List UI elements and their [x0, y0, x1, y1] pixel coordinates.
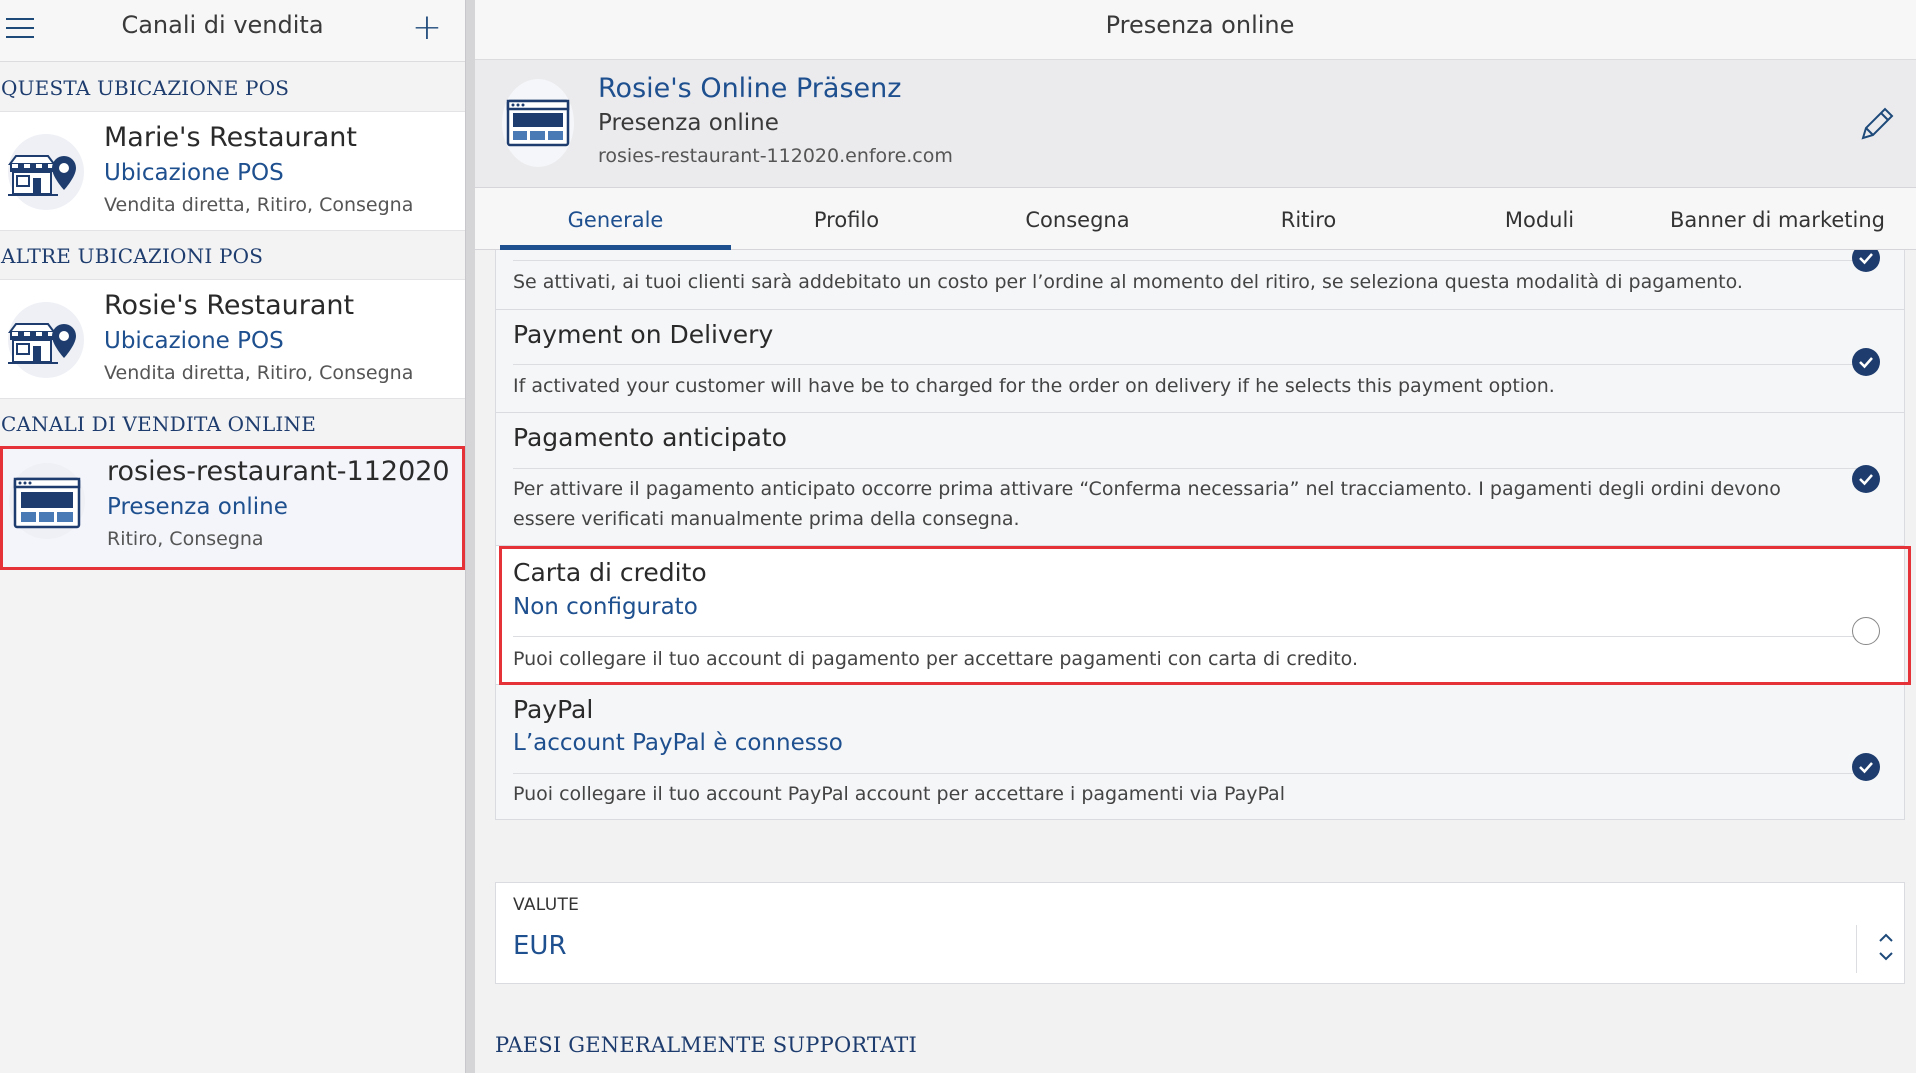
- currency-label: VALUTE: [513, 895, 580, 915]
- checkmark-circle-icon[interactable]: [1852, 250, 1880, 272]
- right-header: Presenza online: [475, 0, 1916, 60]
- presence-summary-card: Rosie's Online Präsenz Presenza online r…: [475, 60, 1916, 188]
- checkmark-circle-icon[interactable]: [1852, 465, 1880, 493]
- tab-moduli[interactable]: Moduli: [1424, 188, 1655, 250]
- store-location-icon: [8, 134, 84, 210]
- tab-consegna[interactable]: Consegna: [962, 188, 1193, 250]
- channel-type: Ubicazione POS: [104, 160, 284, 186]
- checkmark-circle-icon[interactable]: [1852, 348, 1880, 376]
- channel-name: rosies-restaurant-112020: [107, 456, 450, 487]
- payment-title: PayPal: [513, 695, 594, 724]
- tab-profilo[interactable]: Profilo: [731, 188, 962, 250]
- presence-url: rosies-restaurant-112020.enfore.com: [598, 145, 953, 167]
- tab-generale[interactable]: Generale: [500, 188, 731, 250]
- store-location-icon: [8, 302, 84, 378]
- payment-options-list: Se attivati, ai tuoi clienti sarà addebi…: [495, 250, 1905, 820]
- channel-options: Ritiro, Consegna: [107, 528, 264, 550]
- panel-divider[interactable]: [465, 0, 475, 1073]
- payment-option-prepayment: Pagamento anticipato Per attivare il pag…: [496, 413, 1904, 546]
- section-title-other-pos: ALTRE UBICAZIONI POS: [1, 244, 264, 268]
- channel-type: Ubicazione POS: [104, 328, 284, 354]
- payment-desc: Puoi collegare il tuo account PayPal acc…: [513, 783, 1285, 805]
- left-panel-title: Canali di vendita: [121, 11, 324, 39]
- tab-ritiro[interactable]: Ritiro: [1193, 188, 1424, 250]
- presence-type: Presenza online: [598, 110, 779, 136]
- tab-bar: Generale Profilo Consegna Ritiro Moduli …: [475, 188, 1916, 250]
- payment-title: Payment on Delivery: [513, 320, 774, 349]
- plus-icon: +: [411, 7, 443, 48]
- channel-name: Marie's Restaurant: [104, 122, 357, 153]
- tab-banner-di-marketing[interactable]: Banner di marketing: [1655, 188, 1900, 250]
- sales-channels-panel: Canali di vendita + QUESTA UBICAZIONE PO…: [0, 0, 465, 1073]
- payment-desc: Se attivati, ai tuoi clienti sarà addebi…: [513, 271, 1743, 293]
- left-header: Canali di vendita +: [0, 0, 465, 62]
- web-presence-icon: [9, 463, 85, 539]
- online-presence-panel: Presenza online Rosie's Online Präsenz P…: [475, 0, 1916, 1073]
- channel-name: Rosie's Restaurant: [104, 290, 355, 321]
- empty-radio-icon[interactable]: [1852, 617, 1880, 645]
- section-title-this-pos: QUESTA UBICAZIONE POS: [1, 76, 290, 100]
- channel-type: Presenza online: [107, 494, 288, 520]
- payment-option-on-delivery: Payment on Delivery If activated your cu…: [496, 310, 1904, 413]
- channel-item-online-presence[interactable]: rosies-restaurant-112020 Presenza online…: [0, 446, 465, 570]
- payment-title: Carta di credito: [513, 558, 707, 587]
- right-panel-title: Presenza online: [1105, 11, 1295, 39]
- channel-options: Vendita diretta, Ritiro, Consegna: [104, 362, 414, 384]
- channel-options: Vendita diretta, Ritiro, Consegna: [104, 194, 414, 216]
- web-presence-icon: [502, 79, 574, 167]
- channel-item-maries-restaurant[interactable]: Marie's Restaurant Ubicazione POS Vendit…: [0, 111, 465, 231]
- payment-desc: Puoi collegare il tuo account di pagamen…: [513, 648, 1358, 670]
- payment-option-pickup: Se attivati, ai tuoi clienti sarà addebi…: [496, 250, 1904, 310]
- presence-name: Rosie's Online Präsenz: [598, 73, 902, 104]
- payment-option-paypal: PayPal L’account PayPal è connesso Puoi …: [496, 685, 1904, 819]
- chevron-up-down-icon[interactable]: [1871, 927, 1901, 967]
- currency-selector[interactable]: VALUTE EUR: [495, 882, 1905, 984]
- payment-status: L’account PayPal è connesso: [513, 730, 843, 756]
- payment-desc: If activated your customer will have be …: [513, 375, 1555, 397]
- currency-value: EUR: [513, 931, 567, 961]
- checkmark-circle-icon[interactable]: [1852, 753, 1880, 781]
- payment-title: Pagamento anticipato: [513, 423, 787, 452]
- payment-status: Non configurato: [513, 594, 698, 620]
- channel-item-rosies-restaurant[interactable]: Rosie's Restaurant Ubicazione POS Vendit…: [0, 279, 465, 399]
- supported-countries-title: PAESI GENERALMENTE SUPPORTATI: [495, 1033, 917, 1057]
- payment-desc: Per attivare il pagamento anticipato occ…: [513, 478, 1781, 530]
- add-channel-button[interactable]: +: [410, 8, 444, 48]
- payment-option-credit-card[interactable]: Carta di credito Non configurato Puoi co…: [496, 546, 1904, 685]
- pencil-icon[interactable]: [1855, 102, 1899, 146]
- section-title-online: CANALI DI VENDITA ONLINE: [1, 412, 317, 436]
